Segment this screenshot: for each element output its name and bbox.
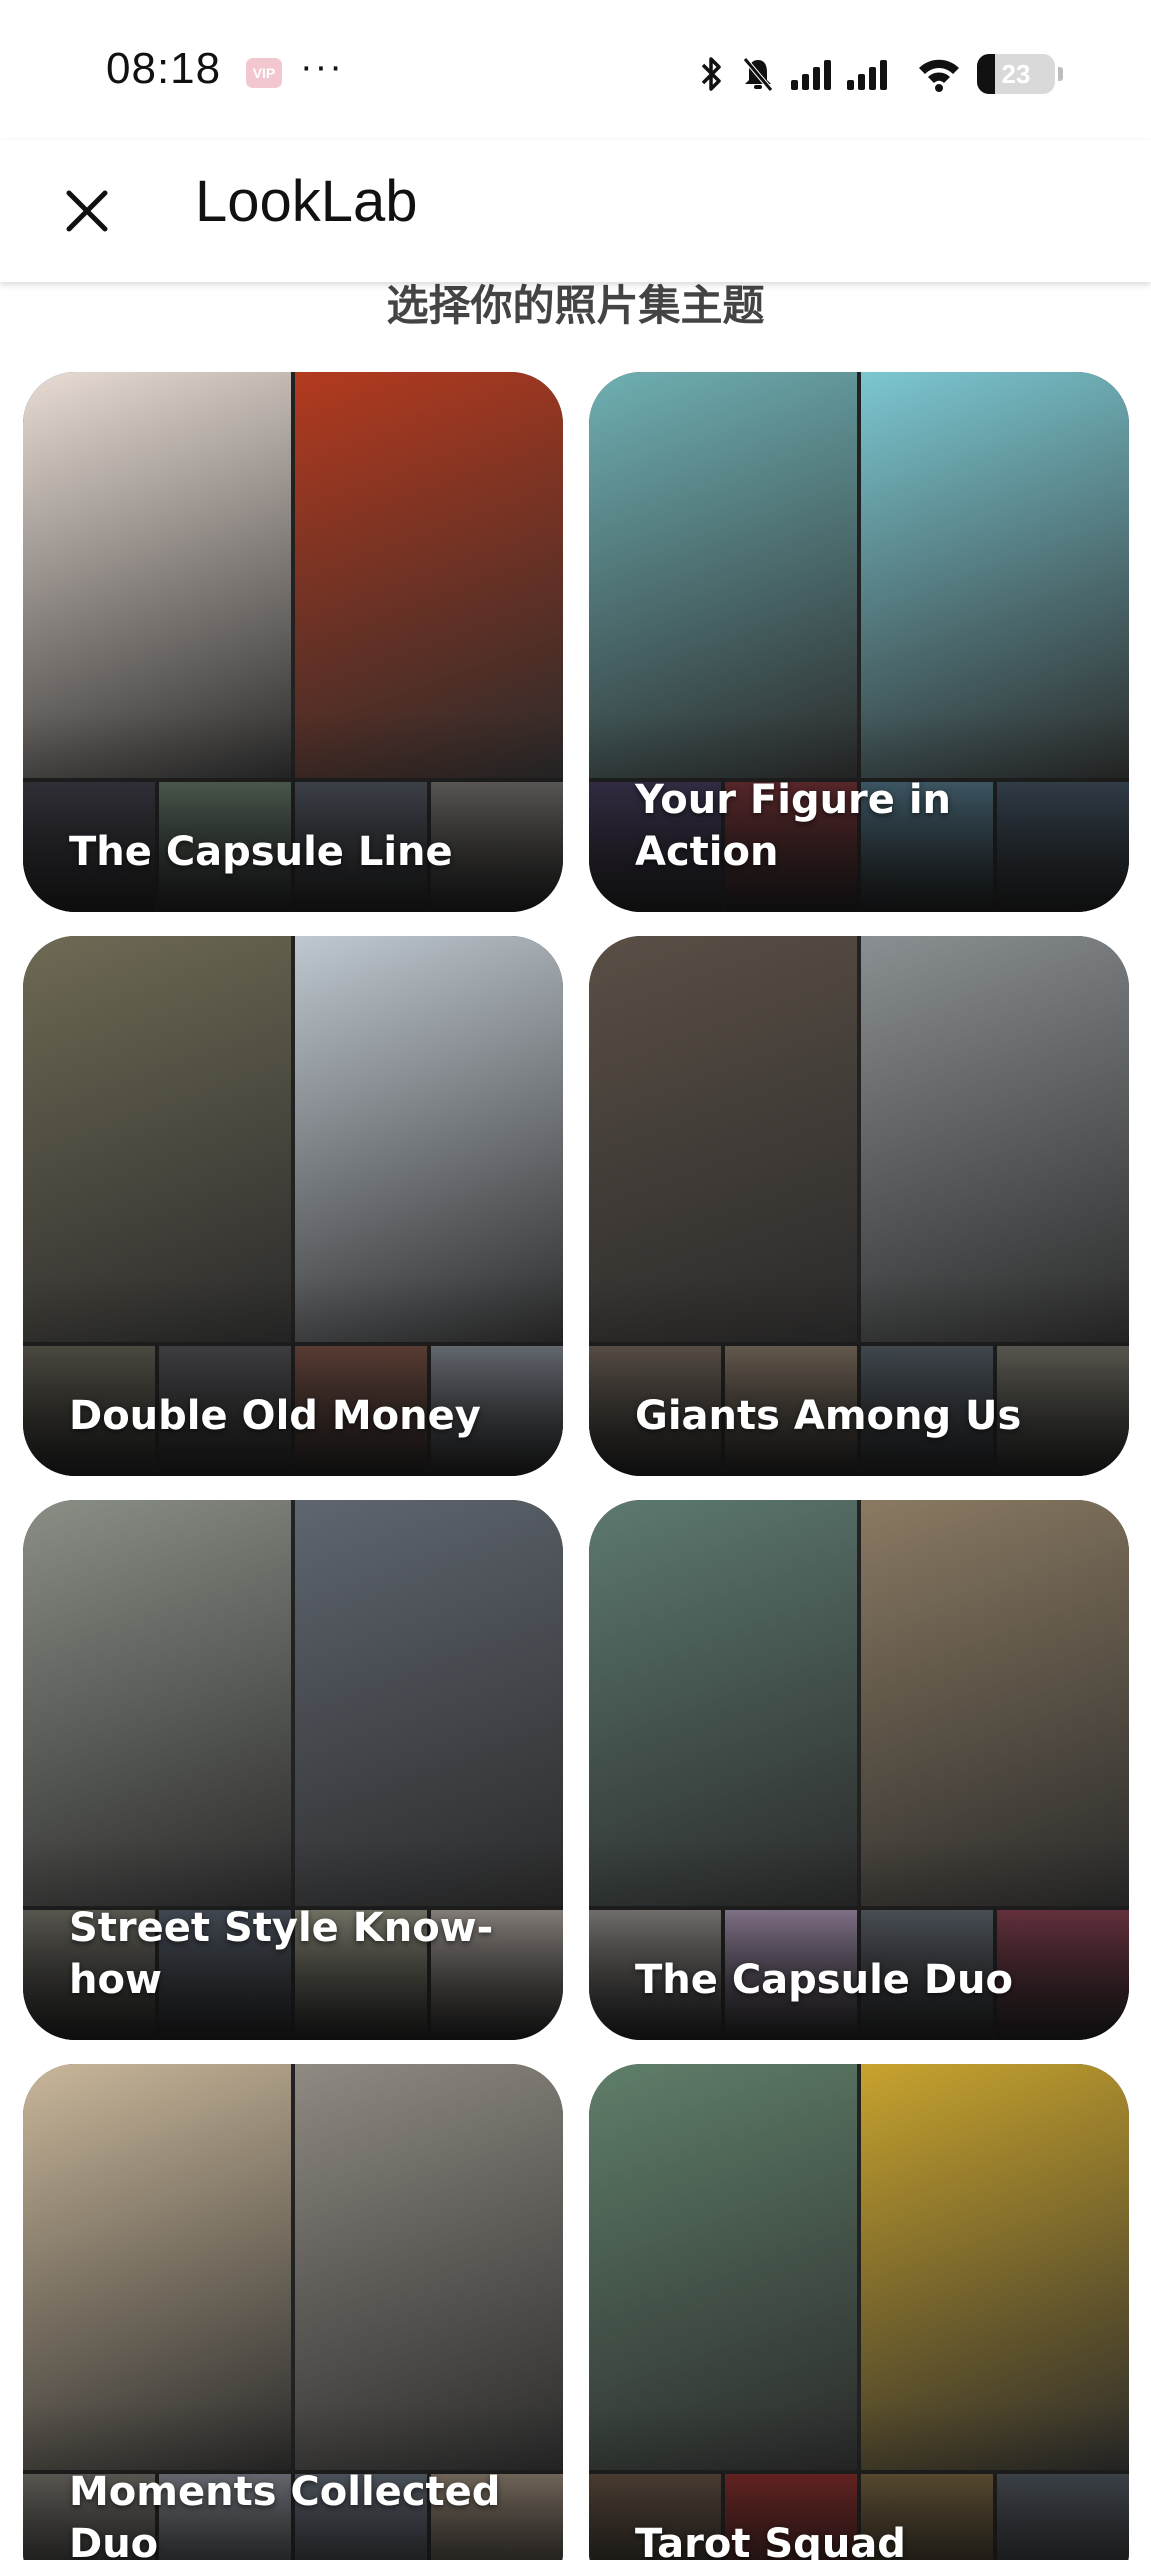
- theme-label: Tarot Squad: [635, 2521, 906, 2560]
- app-bar: LookLab: [0, 140, 1151, 282]
- app-title: LookLab: [195, 169, 418, 234]
- status-time: 08:18: [106, 44, 222, 93]
- theme-label-shade: [23, 1276, 563, 1476]
- theme-card[interactable]: Double Old Money: [23, 936, 563, 1476]
- status-icons: 23: [699, 52, 1063, 96]
- theme-label: Double Old Money: [69, 1393, 481, 1439]
- theme-label: Your Figure in Action: [635, 777, 952, 875]
- theme-card[interactable]: Giants Among Us: [589, 936, 1129, 1476]
- status-bar: 08:18 VIP ··· 23: [0, 0, 1151, 140]
- theme-card[interactable]: Street Style Know-how: [23, 1500, 563, 2040]
- battery-icon: 23: [977, 54, 1063, 94]
- bluetooth-icon: [701, 57, 721, 91]
- theme-card[interactable]: The Capsule Duo: [589, 1500, 1129, 2040]
- wifi-icon: [919, 59, 959, 92]
- theme-label: Giants Among Us: [635, 1393, 1022, 1439]
- theme-card[interactable]: Your Figure in Action: [589, 372, 1129, 912]
- theme-grid: The Capsule Line Your Figure in Action D…: [23, 372, 1129, 2560]
- theme-card[interactable]: Moments Collected Duo: [23, 2064, 563, 2560]
- theme-label-shade: [589, 1276, 1129, 1476]
- battery-level: 23: [1001, 59, 1031, 89]
- theme-label-shade: [23, 712, 563, 912]
- mute-bell-icon: [743, 57, 773, 92]
- theme-label: Street Style Know-how: [69, 1905, 494, 2003]
- theme-label-shade: [589, 1840, 1129, 2040]
- theme-label: Moments Collected Duo: [69, 2469, 501, 2560]
- theme-card[interactable]: The Capsule Line: [23, 372, 563, 912]
- close-button[interactable]: [50, 174, 124, 248]
- theme-label: The Capsule Line: [69, 829, 453, 875]
- signal-icon: [791, 60, 887, 90]
- more-notifications-icon: ···: [300, 46, 344, 88]
- theme-label: The Capsule Duo: [635, 1957, 1014, 2003]
- close-icon: [66, 190, 108, 232]
- vip-badge-icon: VIP: [246, 58, 282, 88]
- theme-card[interactable]: Tarot Squad: [589, 2064, 1129, 2560]
